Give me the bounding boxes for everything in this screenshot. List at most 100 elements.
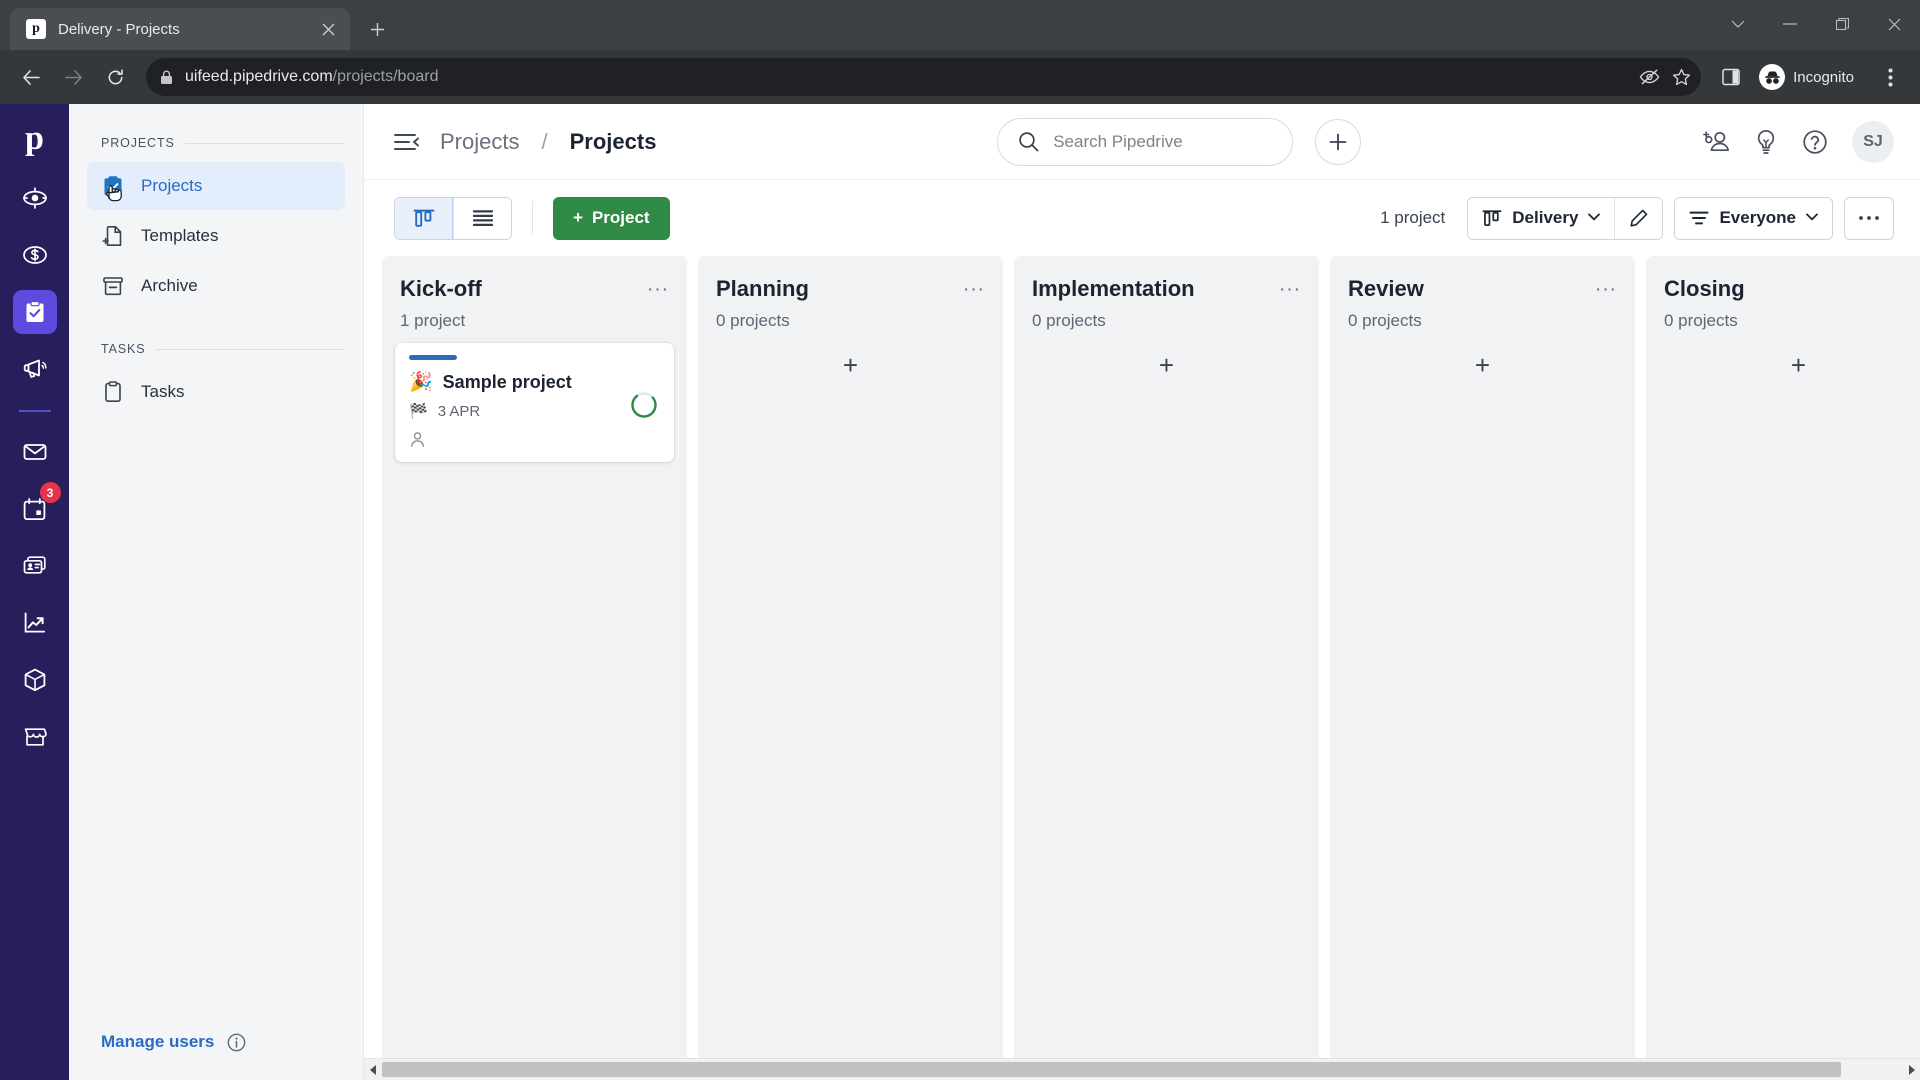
pipedrive-logo[interactable]: p xyxy=(12,116,58,162)
rail-item-contacts[interactable] xyxy=(13,544,57,588)
tab-search-chevron-icon[interactable] xyxy=(1712,2,1764,46)
add-card-button[interactable]: + xyxy=(711,343,990,387)
new-tab-button[interactable] xyxy=(360,12,394,46)
user-avatar[interactable]: SJ xyxy=(1852,120,1894,163)
sidebar-footer: Manage users xyxy=(69,1032,363,1080)
sidebar-item-label: Templates xyxy=(141,226,219,245)
search-placeholder: Search Pipedrive xyxy=(1053,131,1183,151)
add-card-button[interactable]: + xyxy=(1659,343,1920,387)
board-more-options-button[interactable] xyxy=(1844,196,1894,240)
board-columns: Kick-off ··· 1 project 🎉 Sample project xyxy=(364,256,1920,1058)
back-arrow-icon[interactable] xyxy=(12,58,50,96)
sidebar-item-projects[interactable]: Projects xyxy=(87,162,345,210)
window-close-icon[interactable] xyxy=(1868,2,1920,46)
rail-item-projects[interactable] xyxy=(12,290,57,334)
rail-item-mail[interactable] xyxy=(13,430,57,474)
search-input[interactable]: Search Pipedrive xyxy=(997,117,1294,166)
incognito-profile-button[interactable]: Incognito xyxy=(1753,60,1868,94)
manage-users-link[interactable]: Manage users xyxy=(101,1032,214,1052)
forward-arrow-icon[interactable] xyxy=(54,58,92,96)
invite-users-icon[interactable] xyxy=(1702,129,1730,155)
board-view-icon[interactable] xyxy=(395,197,453,239)
board-view-icon xyxy=(1482,208,1502,228)
card-color-bar xyxy=(409,355,457,360)
bookmark-star-icon[interactable] xyxy=(1672,68,1691,87)
add-project-button[interactable]: + Project xyxy=(553,196,670,240)
app-topbar: Projects / Projects Search Pipedrive SJ xyxy=(364,104,1920,180)
column-count: 0 projects xyxy=(1664,311,1738,330)
sidebar-item-templates[interactable]: Templates xyxy=(87,212,345,260)
person-icon xyxy=(409,431,660,448)
pencil-icon xyxy=(1628,208,1649,229)
breadcrumb-parent[interactable]: Projects xyxy=(440,129,519,155)
chrome-menu-icon[interactable] xyxy=(1872,59,1908,95)
sidebar-section-divider xyxy=(155,348,345,350)
column-count: 0 projects xyxy=(716,311,790,330)
project-card[interactable]: 🎉 Sample project 🏁 3 APR xyxy=(395,343,674,462)
url-domain: uifeed.pipedrive.com xyxy=(185,68,333,85)
board-column-closing: Closing 0 projects + xyxy=(1646,256,1920,1058)
card-emoji: 🎉 xyxy=(409,371,433,393)
rail-item-deals[interactable] xyxy=(13,233,57,277)
filter-selector[interactable]: Everyone xyxy=(1675,197,1832,239)
chevron-down-icon xyxy=(1588,212,1601,224)
scroll-left-arrow-icon[interactable] xyxy=(364,1059,382,1080)
scrollbar-thumb[interactable] xyxy=(382,1061,1842,1077)
column-title: Planning xyxy=(716,276,809,301)
window-maximize-icon[interactable] xyxy=(1816,2,1868,46)
board-horizontal-scrollbar[interactable] xyxy=(364,1058,1920,1080)
quick-add-button[interactable] xyxy=(1315,118,1362,165)
pipeline-controls: Delivery xyxy=(1467,196,1664,240)
column-title: Implementation xyxy=(1032,276,1195,301)
page-title: Projects xyxy=(569,128,657,154)
rail-divider xyxy=(18,410,51,412)
sidebar-item-archive[interactable]: Archive xyxy=(87,262,345,310)
projects-sidebar: PROJECTS Projects Templates Archive TASK… xyxy=(69,104,364,1080)
global-nav-rail: p 3 xyxy=(0,104,69,1080)
collapse-menu-icon[interactable] xyxy=(394,132,420,152)
file-plus-icon xyxy=(101,224,125,248)
rail-item-marketplace[interactable] xyxy=(13,715,57,759)
scroll-right-arrow-icon[interactable] xyxy=(1902,1059,1920,1080)
tab-close-icon[interactable] xyxy=(316,17,340,41)
address-bar[interactable]: uifeed.pipedrive.com/projects/board xyxy=(146,58,1702,96)
rail-item-products[interactable] xyxy=(13,658,57,702)
rail-item-activities[interactable]: 3 xyxy=(13,482,61,531)
clipboard-check-icon xyxy=(101,174,125,198)
column-options-icon[interactable]: ··· xyxy=(647,276,669,299)
filter-name: Everyone xyxy=(1719,208,1796,227)
add-card-button[interactable]: + xyxy=(1027,343,1306,387)
window-minimize-icon[interactable] xyxy=(1764,2,1816,46)
reload-icon[interactable] xyxy=(96,58,134,96)
card-title: Sample project xyxy=(442,372,572,392)
info-circle-icon[interactable] xyxy=(227,1033,246,1052)
filter-controls: Everyone xyxy=(1674,196,1833,240)
rail-item-insights[interactable] xyxy=(13,601,57,645)
list-view-icon[interactable] xyxy=(453,197,511,239)
help-icon[interactable] xyxy=(1802,129,1828,155)
breadcrumb-separator: / xyxy=(541,128,548,154)
column-options-icon[interactable]: ··· xyxy=(1279,276,1301,299)
sidebar-item-label: Archive xyxy=(141,276,198,295)
tab-title: Delivery - Projects xyxy=(58,20,180,38)
column-options-icon[interactable]: ··· xyxy=(1595,276,1617,299)
address-bar-url: uifeed.pipedrive.com/projects/board xyxy=(185,68,438,86)
browser-tab[interactable]: p Delivery - Projects xyxy=(10,8,350,50)
pipeline-selector[interactable]: Delivery xyxy=(1468,197,1615,239)
board-column-implementation: Implementation ··· 0 projects + xyxy=(1014,256,1319,1058)
scrollbar-track[interactable] xyxy=(382,1058,1902,1080)
sidebar-item-tasks[interactable]: Tasks xyxy=(87,368,345,416)
search-icon xyxy=(1018,131,1039,152)
pipedrive-favicon-icon: p xyxy=(26,19,46,39)
add-card-button[interactable]: + xyxy=(1343,343,1622,387)
edit-pipeline-button[interactable] xyxy=(1614,197,1663,239)
column-count: 0 projects xyxy=(1348,311,1422,330)
rail-item-campaigns[interactable] xyxy=(13,347,57,391)
toolbar-divider xyxy=(532,201,533,235)
filter-icon xyxy=(1689,210,1709,226)
rail-item-leads[interactable] xyxy=(13,176,57,220)
tracking-protection-off-icon[interactable] xyxy=(1639,68,1660,86)
column-options-icon[interactable]: ··· xyxy=(963,276,985,299)
lightbulb-icon[interactable] xyxy=(1754,129,1778,155)
side-panel-icon[interactable] xyxy=(1713,59,1749,95)
